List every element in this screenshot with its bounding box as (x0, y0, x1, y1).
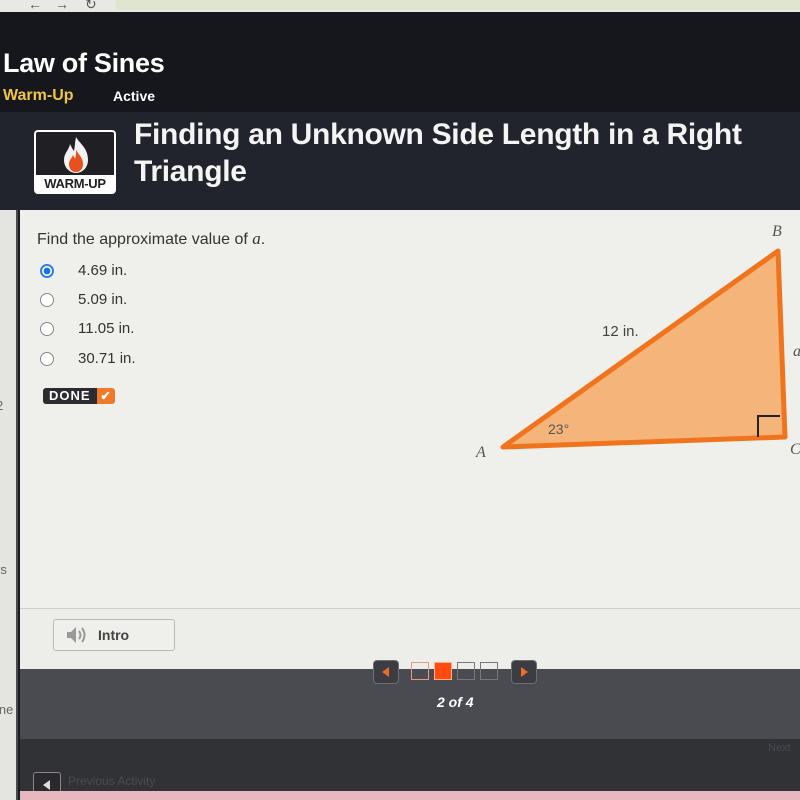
radio-button-selected[interactable] (40, 263, 54, 278)
pager-next-button[interactable] (511, 660, 537, 684)
arrow-left-icon[interactable]: ← (28, 0, 42, 12)
sidebar-edge: 2 rs ine (0, 210, 18, 800)
pager-step-3[interactable] (457, 662, 475, 680)
page-title: Law of Sines (3, 48, 165, 78)
badge-label: WARM-UP (36, 175, 114, 192)
triangle-figure: B A C 12 in. a 23° (475, 223, 800, 461)
sidebar-fragment: rs (0, 562, 7, 577)
radio-button[interactable] (40, 351, 54, 366)
answer-option[interactable]: 30.71 in. (40, 350, 136, 367)
triangle-shape (500, 248, 788, 450)
angle-label: 23° (548, 421, 569, 437)
pager-prev-button[interactable] (373, 660, 399, 684)
answer-option[interactable]: 4.69 in. (40, 262, 127, 279)
chevron-left-icon (43, 780, 50, 790)
os-taskbar (20, 791, 800, 800)
pager-step-1[interactable] (411, 662, 429, 680)
section-label: Warm-Up (3, 87, 74, 104)
done-label: DONE (43, 388, 97, 404)
checkmark-icon: ✔ (96, 388, 115, 404)
question-prompt: Find the approximate value of a. (37, 229, 265, 249)
prompt-variable: a (252, 229, 261, 248)
flame-icon (64, 137, 88, 173)
done-button[interactable]: DONE ✔ (43, 388, 115, 404)
activity-title: Finding an Unknown Side Length in a Righ… (134, 118, 742, 188)
hypotenuse-label: 12 in. (602, 323, 639, 340)
vertex-label-b: B (772, 223, 782, 240)
radio-button[interactable] (40, 292, 54, 307)
option-label: 11.05 in. (78, 320, 135, 337)
vertex-label-c: C (790, 441, 800, 458)
pager-label: 2 of 4 (437, 694, 474, 710)
vertex-label-a: A (475, 444, 486, 461)
answer-option[interactable]: 5.09 in. (40, 291, 127, 308)
answer-option[interactable]: 11.05 in. (40, 320, 134, 337)
sidebar-fragment: 2 (0, 398, 3, 413)
status-label: Active (113, 88, 156, 104)
pager-step-4[interactable] (480, 662, 498, 680)
sidebar-fragment: ine (0, 702, 14, 717)
intro-button[interactable]: Intro (53, 619, 175, 651)
side-a-label: a (793, 343, 800, 360)
speaker-icon (67, 627, 86, 643)
chevron-left-icon (382, 667, 389, 677)
pager-step-2[interactable] (434, 662, 452, 680)
arrow-right-icon[interactable]: → (55, 0, 69, 12)
chevron-right-icon (521, 667, 528, 677)
radio-button[interactable] (40, 321, 54, 336)
next-activity-label[interactable]: Next (768, 742, 791, 754)
browser-toolbar: ← → ↻ (0, 0, 800, 12)
option-label: 4.69 in. (78, 262, 128, 279)
option-label: 30.71 in. (78, 350, 136, 367)
warm-up-badge: WARM-UP (34, 130, 116, 194)
prompt-text: Find the approximate value of (37, 231, 253, 248)
option-label: 5.09 in. (78, 291, 128, 308)
previous-activity-label[interactable]: Previous Activity (68, 774, 155, 788)
pager-bar (20, 669, 800, 739)
prompt-suffix: . (260, 231, 266, 248)
address-bar[interactable] (115, 0, 800, 10)
intro-label: Intro (98, 627, 130, 643)
